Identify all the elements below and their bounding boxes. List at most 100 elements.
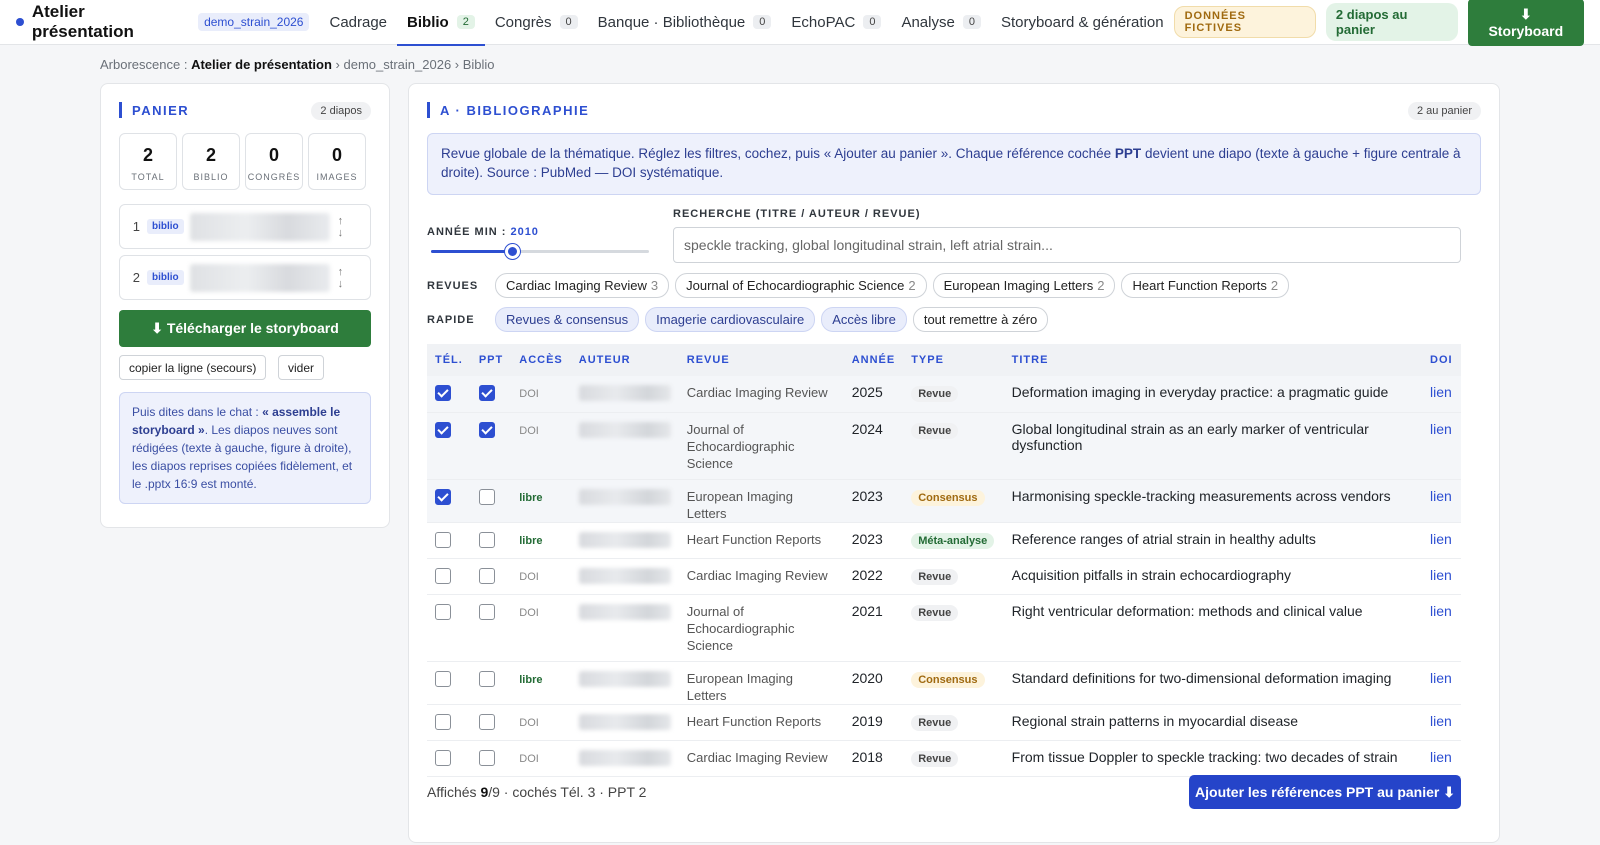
download-storyboard-button[interactable]: ⬇ Télécharger le storyboard [119,310,371,347]
cart-item-type: biblio [147,219,184,234]
tel-checkbox[interactable] [435,567,451,584]
column-header[interactable]: ANNÉE [844,344,904,376]
column-header[interactable]: TÉL. [427,344,471,376]
journal-filter-chip[interactable]: Journal of Echocardiographic Science 2 [675,273,927,298]
year-min-slider[interactable] [431,244,649,259]
ppt-checkbox[interactable] [478,713,495,730]
cell-content: Cardiac Imaging Review [687,376,836,401]
column-header[interactable]: REVUE [679,344,844,376]
column-header[interactable]: DOI [1422,344,1461,376]
ppt-checkbox[interactable] [478,488,495,505]
quick-filter-chip[interactable]: Accès libre [821,307,907,332]
doi-link[interactable]: lien [1430,567,1452,583]
cell-content [478,376,503,404]
column-header[interactable]: ACCÈS [511,344,571,376]
cart-item-blurred-text [189,212,330,241]
article-title: Right ventricular deformation: methods a… [1011,602,1363,619]
ppt-cell [470,412,512,480]
ppt-checkbox[interactable] [478,603,495,620]
journal-filter-chip[interactable]: Heart Function Reports 2 [1121,273,1290,298]
table-row: libre European Imaging Letters 2023 Consens… [427,479,1461,523]
journal-filter-chip[interactable]: Cardiac Imaging Review 3 [495,273,670,298]
tel-cell [427,594,471,662]
status-suffix: /9 · cochés Tél. 3 · PPT 2 [488,784,647,800]
tel-checkbox[interactable] [435,713,451,730]
nav-tab-count: 0 [559,15,578,29]
doi-link[interactable]: lien [1430,603,1452,619]
journal-filter-chip[interactable]: European Imaging Letters 2 [932,273,1116,298]
title-cell: Reference ranges of atrial strain in hea… [1003,522,1422,559]
breadcrumb-root[interactable]: Atelier de présentation [191,57,332,72]
nav-tab[interactable]: Biblio 2 [397,0,485,46]
copy-line-button[interactable]: copier la ligne (secours) [119,355,267,380]
clear-cart-button[interactable]: vider [278,355,325,380]
ppt-checkbox[interactable] [478,385,495,401]
chat-hint: Puis dites dans le chat : « assemble le … [119,392,371,504]
journal-name: Cardiac Imaging Review [686,749,828,765]
search-input[interactable] [673,227,1461,263]
stat-box: 2 BIBLIO [182,133,240,190]
cell-content: Heart Function Reports [687,705,836,730]
quick-filter-chip[interactable]: Revues & consensus [495,307,640,332]
cell-content: Standard definitions for two-dimensional… [1012,662,1414,686]
tel-checkbox[interactable] [435,531,451,548]
ppt-checkbox[interactable] [478,567,495,584]
column-header[interactable]: TITRE [1004,344,1422,376]
year-value: 2018 [851,748,883,765]
cart-count-pill[interactable]: 2 diapos au panier [1325,3,1458,41]
doi-link[interactable]: lien [1430,421,1452,437]
journal-name: Cardiac Imaging Review [686,567,828,583]
tel-checkbox[interactable] [435,670,451,687]
year-value: 2022 [851,566,883,583]
nav-tab[interactable]: Banque · Bibliothèque 0 [588,0,782,45]
nav-tabs: Cadrage Biblio 2 Congrès 0 Banque · Bibliothè… [319,0,1174,46]
nav-tab[interactable]: Analyse 0 [891,0,991,45]
nav-tab[interactable]: Cadrage [319,0,397,45]
year-value: 2024 [851,420,883,437]
ppt-checkbox[interactable] [478,531,495,548]
tel-checkbox[interactable] [435,749,451,766]
storyboard-button[interactable]: ⬇ Storyboard [1467,0,1584,46]
ppt-checkbox[interactable] [478,670,495,687]
quick-filter-chip[interactable]: Imagerie cardiovasculaire [645,307,816,332]
nav-tab[interactable]: Congrès 0 [485,0,588,45]
cart-item[interactable]: 1 biblio ↑ ↓ [119,204,371,249]
doi-link[interactable]: lien [1430,531,1452,547]
tel-checkbox[interactable] [435,488,451,505]
column-header[interactable]: AUTEUR [571,344,679,376]
column-header[interactable]: TYPE [903,344,1003,376]
doi-link[interactable]: lien [1430,713,1452,729]
doi-link[interactable]: lien [1430,670,1452,686]
cell-content [435,480,463,508]
cell-content: libre [519,662,563,686]
column-header[interactable]: PPT [471,344,511,376]
reorder-arrows-icon[interactable]: ↑ ↓ [338,266,344,290]
cell-content: 2020 [852,662,896,686]
type-badge: Consensus [911,489,985,506]
reorder-arrows-icon[interactable]: ↑ ↓ [338,215,344,239]
nav-tab-label: Biblio [407,13,449,31]
journal-name: European Imaging Letters [686,670,794,703]
reset-filters-chip[interactable]: tout remettre à zéro [912,307,1049,332]
ppt-checkbox[interactable] [478,749,495,766]
tel-checkbox[interactable] [435,421,451,438]
nav-tab[interactable]: EchoPAC 0 [781,0,891,45]
cell-content: Journal of Echocardiographic Science [687,413,836,472]
doi-cell: lien [1422,412,1461,480]
nav-tab[interactable]: Storyboard & génération [991,0,1174,45]
title-cell: Global longitudinal strain as an early m… [1003,412,1422,480]
tel-checkbox[interactable] [435,603,451,620]
doi-link[interactable]: lien [1430,749,1452,765]
year-value: 2025 [851,384,883,400]
ppt-checkbox[interactable] [478,421,495,438]
add-ppt-references-button[interactable]: Ajouter les références PPT au panier ⬇ [1189,775,1461,809]
ppt-cell [470,594,512,662]
cell-content: lien [1430,523,1453,547]
journal-name: European Imaging Letters [686,488,794,521]
slider-knob[interactable] [505,244,520,259]
cart-item[interactable]: 2 biblio ↑ ↓ [119,255,371,300]
author-blurred [578,567,671,584]
doi-link[interactable]: lien [1430,488,1452,504]
doi-link[interactable]: lien [1430,384,1452,400]
tel-checkbox[interactable] [435,385,451,401]
